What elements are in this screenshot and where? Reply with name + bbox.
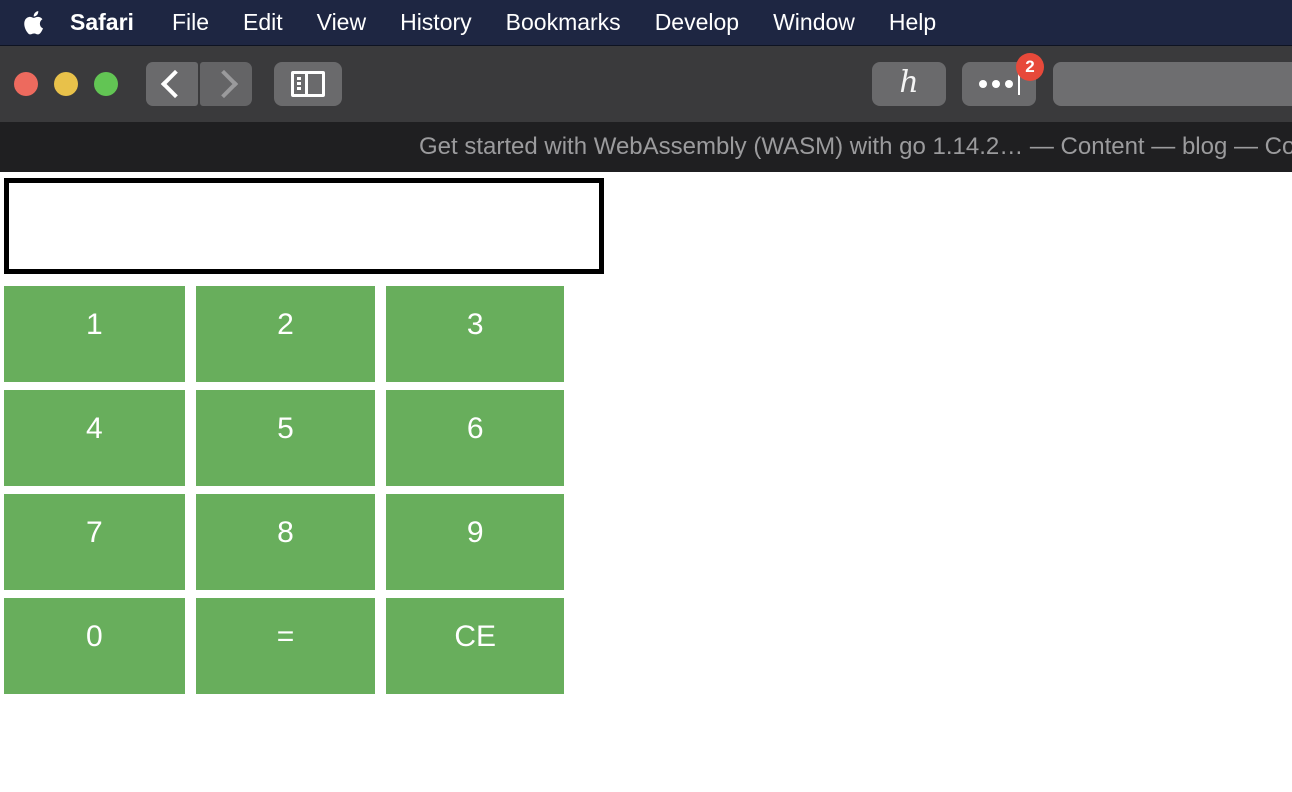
menu-item-edit[interactable]: Edit [243, 11, 283, 34]
tab-title-bar: Get started with WebAssembly (WASM) with… [0, 122, 1292, 172]
menu-item-bookmarks[interactable]: Bookmarks [506, 11, 621, 34]
calculator-keypad: 1 2 3 4 5 6 7 8 9 0 = CE [4, 286, 564, 702]
key-0[interactable]: 0 [4, 598, 185, 694]
chevron-left-icon [160, 69, 189, 99]
forward-button[interactable] [200, 62, 252, 106]
macos-menu-bar: Safari File Edit View History Bookmarks … [0, 0, 1292, 46]
window-controls [14, 72, 118, 96]
menu-item-view[interactable]: View [317, 11, 366, 34]
menu-item-help[interactable]: Help [889, 11, 936, 34]
key-7[interactable]: 7 [4, 494, 185, 590]
sidebar-toggle-icon [291, 71, 325, 97]
key-clear-entry[interactable]: CE [386, 598, 564, 694]
keypad-row: 0 = CE [4, 598, 564, 694]
more-ellipsis-icon [978, 80, 1013, 88]
key-8[interactable]: 8 [195, 494, 376, 590]
key-1[interactable]: 1 [4, 286, 185, 382]
menu-item-safari[interactable]: Safari [70, 11, 134, 34]
menu-item-history[interactable]: History [400, 11, 472, 34]
safari-toolbar: h 2 [0, 46, 1292, 122]
key-4[interactable]: 4 [4, 390, 185, 486]
honey-extension-button[interactable]: h [872, 62, 946, 106]
apple-logo-icon[interactable] [22, 8, 48, 38]
navigation-buttons [146, 62, 252, 106]
address-bar-input[interactable] [1053, 62, 1292, 106]
back-button[interactable] [146, 62, 198, 106]
key-3[interactable]: 3 [386, 286, 564, 382]
key-9[interactable]: 9 [386, 494, 564, 590]
calculator-display[interactable] [4, 178, 604, 274]
close-window-button[interactable] [14, 72, 38, 96]
key-5[interactable]: 5 [195, 390, 376, 486]
notification-badge: 2 [1016, 53, 1044, 81]
zoom-window-button[interactable] [94, 72, 118, 96]
minimize-window-button[interactable] [54, 72, 78, 96]
chevron-right-icon [209, 69, 238, 99]
key-6[interactable]: 6 [386, 390, 564, 486]
key-2[interactable]: 2 [195, 286, 376, 382]
keypad-row: 7 8 9 [4, 494, 564, 590]
key-equals[interactable]: = [195, 598, 376, 694]
menu-item-develop[interactable]: Develop [655, 11, 739, 34]
keypad-row: 4 5 6 [4, 390, 564, 486]
menu-item-window[interactable]: Window [773, 11, 855, 34]
page-title: Get started with WebAssembly (WASM) with… [419, 133, 1292, 160]
keypad-row: 1 2 3 [4, 286, 564, 382]
sidebar-toggle-button[interactable] [274, 62, 342, 106]
menu-item-file[interactable]: File [172, 11, 209, 34]
honey-extension-icon: h [899, 65, 919, 100]
more-options-button[interactable]: 2 [962, 53, 1044, 106]
web-page-content: 1 2 3 4 5 6 7 8 9 0 = CE [0, 172, 1292, 792]
